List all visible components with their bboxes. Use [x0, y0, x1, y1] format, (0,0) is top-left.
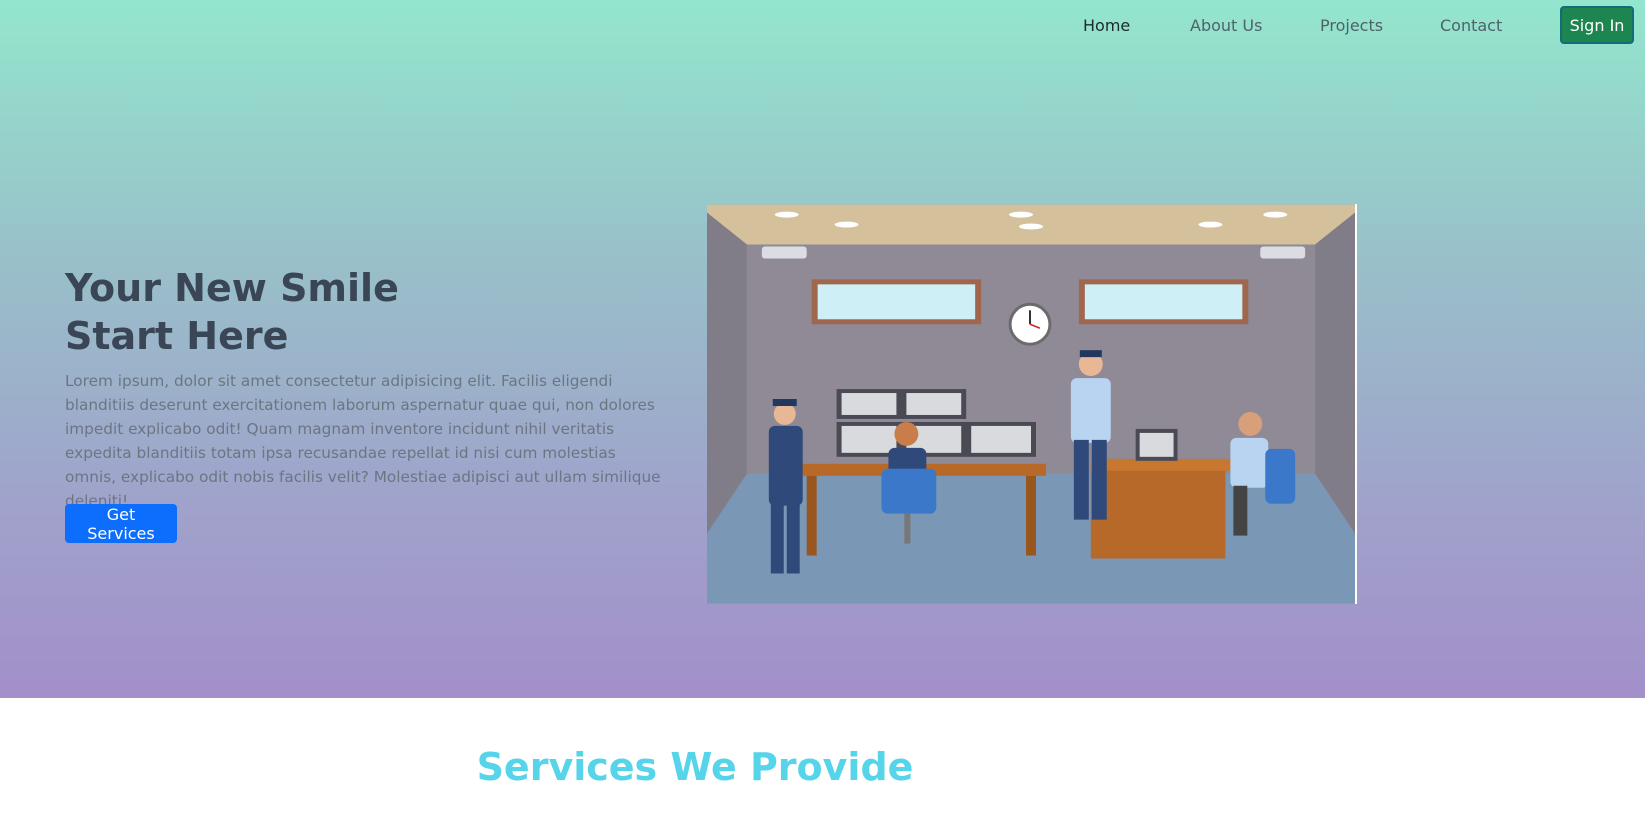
- nav-link-about-us[interactable]: About Us: [1190, 16, 1262, 35]
- hero-headline: Your New Smile Start Here: [65, 264, 399, 360]
- nav-link-home[interactable]: Home: [1083, 16, 1130, 35]
- nav-link-projects[interactable]: Projects: [1320, 16, 1383, 35]
- hero-description: Lorem ipsum, dolor sit amet consectetur …: [65, 372, 661, 510]
- get-services-button[interactable]: Get Services: [65, 504, 177, 543]
- hero-headline-line-1: Your New Smile: [65, 266, 399, 310]
- hero-illustration: [707, 204, 1357, 604]
- services-section-title: Services We Provide: [476, 745, 914, 789]
- top-navbar: Home About Us Projects Contact Sign In: [0, 0, 1645, 52]
- hero-section: Home About Us Projects Contact Sign In Y…: [0, 0, 1645, 698]
- hero-headline-line-2: Start Here: [65, 314, 289, 358]
- nav-link-contact[interactable]: Contact: [1440, 16, 1502, 35]
- sign-in-button[interactable]: Sign In: [1560, 6, 1634, 44]
